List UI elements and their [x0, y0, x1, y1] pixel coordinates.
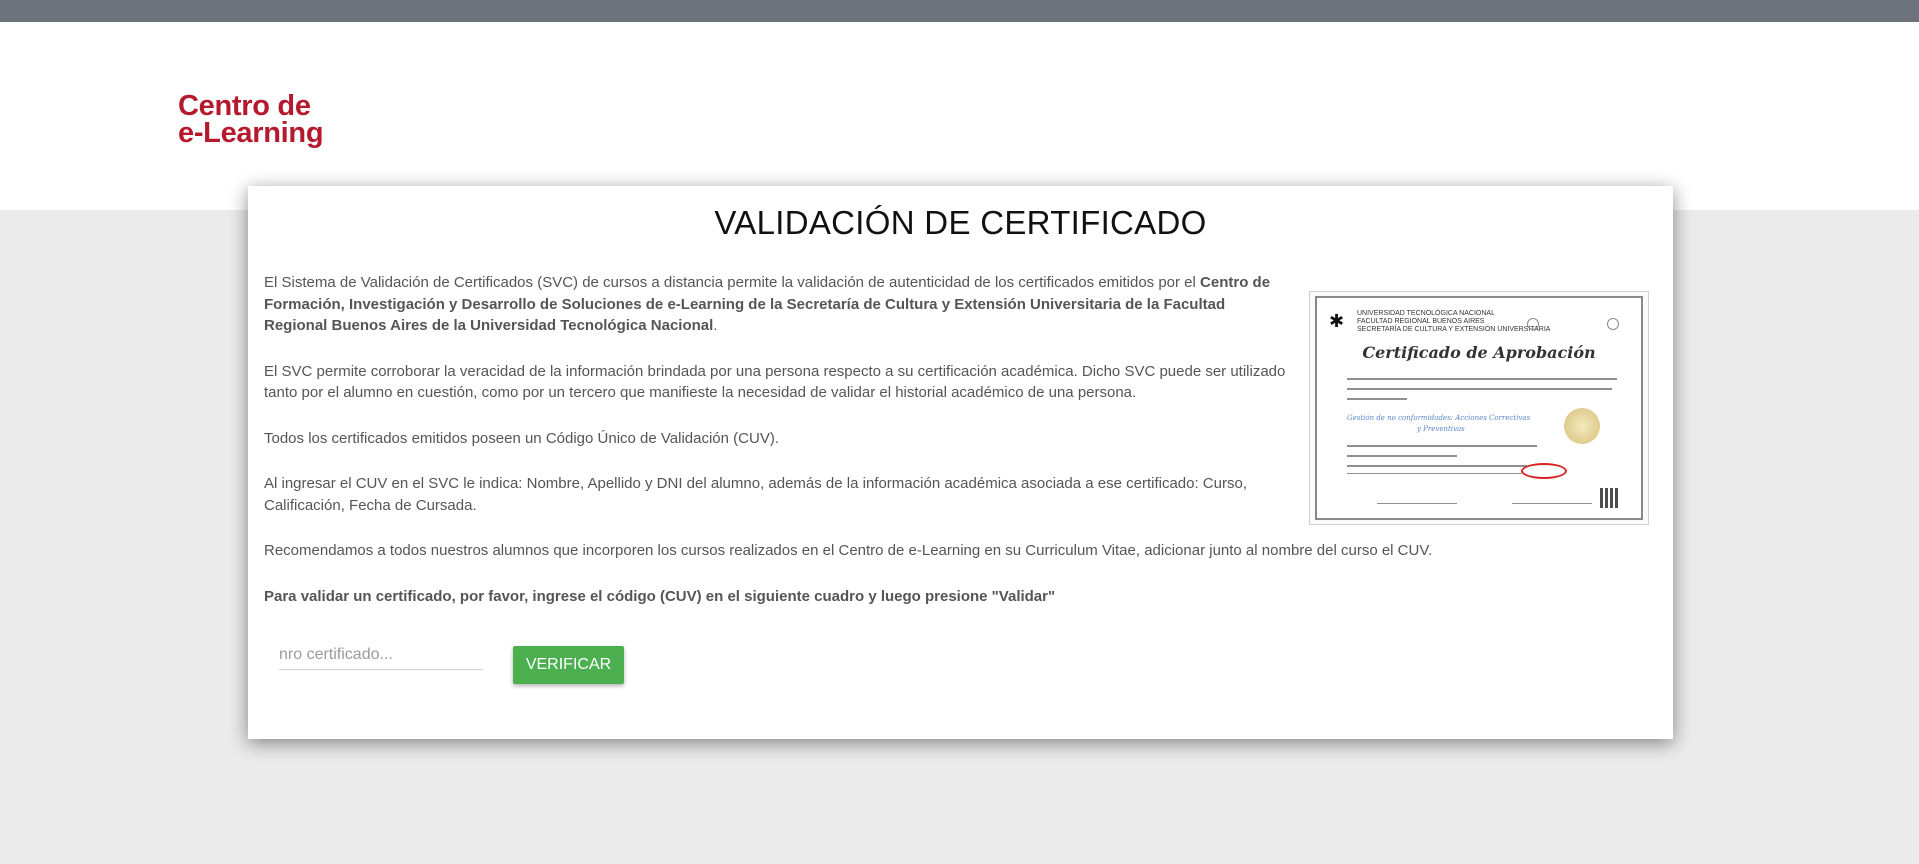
top-bar [0, 0, 1919, 22]
paragraph-svc: El SVC permite corroborar la veracidad d… [264, 362, 1286, 402]
seal-icon [1564, 408, 1600, 444]
paragraph-instructions: Para validar un certificado, por favor, … [264, 586, 1664, 608]
certificate-course: Gestión de no conformidades: Acciones Co… [1347, 413, 1530, 435]
certificate-uni-line-3: SECRETARÍA DE CULTURA Y EXTENSIÓN UNIVER… [1357, 326, 1551, 333]
utn-logo-icon: ✱ [1329, 311, 1345, 331]
certificate-paper: ✱ UNIVERSIDAD TECNOLÓGICA NACIONAL FACUL… [1315, 296, 1643, 520]
certificate-university: UNIVERSIDAD TECNOLÓGICA NACIONAL FACULTA… [1357, 310, 1550, 334]
header: Centro de e-Learning [0, 22, 1919, 210]
intro-end: . [713, 317, 718, 334]
page-title: VALIDACIÓN DE CERTIFICADO [714, 204, 1207, 241]
paragraph-info: Al ingresar el CUV en el SVC le indica: … [264, 475, 1247, 514]
cuv-input-field [279, 641, 483, 670]
centro-elearning-logo[interactable]: Centro de e-Learning [178, 90, 324, 149]
verify-button[interactable]: VERIFICAR [513, 646, 624, 684]
emblem-icon [1527, 318, 1539, 330]
qr-code-icon [1600, 488, 1620, 508]
intro-text: El Sistema de Validación de Certificados… [264, 274, 1201, 291]
logo-line-1: Centro de [178, 90, 311, 122]
certificate-uni-line-2: FACULTAD REGIONAL BUENOS AIRES [1357, 318, 1485, 325]
cuv-highlight-icon [1521, 463, 1567, 479]
emblem-icon [1607, 318, 1619, 330]
certificate-sample-image: ✱ UNIVERSIDAD TECNOLÓGICA NACIONAL FACUL… [1309, 291, 1649, 525]
cuv-input[interactable] [279, 641, 483, 669]
instructions-text: Para validar un certificado, por favor, … [264, 587, 1056, 605]
course-line-2: y Preventivas [1417, 425, 1465, 433]
course-line-1: Gestión de no conformidades: Acciones Co… [1347, 414, 1531, 422]
certificate-heading: Certificado de Aprobación [1362, 343, 1596, 362]
logo-line-2: e-Learning [178, 117, 324, 149]
certificate-uni-line-1: UNIVERSIDAD TECNOLÓGICA NACIONAL [1357, 310, 1495, 317]
validation-card: VALIDACIÓN DE CERTIFICADO El Sistema de … [248, 186, 1673, 739]
paragraph-intro: El Sistema de Validación de Certificados… [264, 272, 1274, 337]
paragraph-recommendation: Recomendamos a todos nuestros alumnos qu… [264, 542, 1433, 559]
